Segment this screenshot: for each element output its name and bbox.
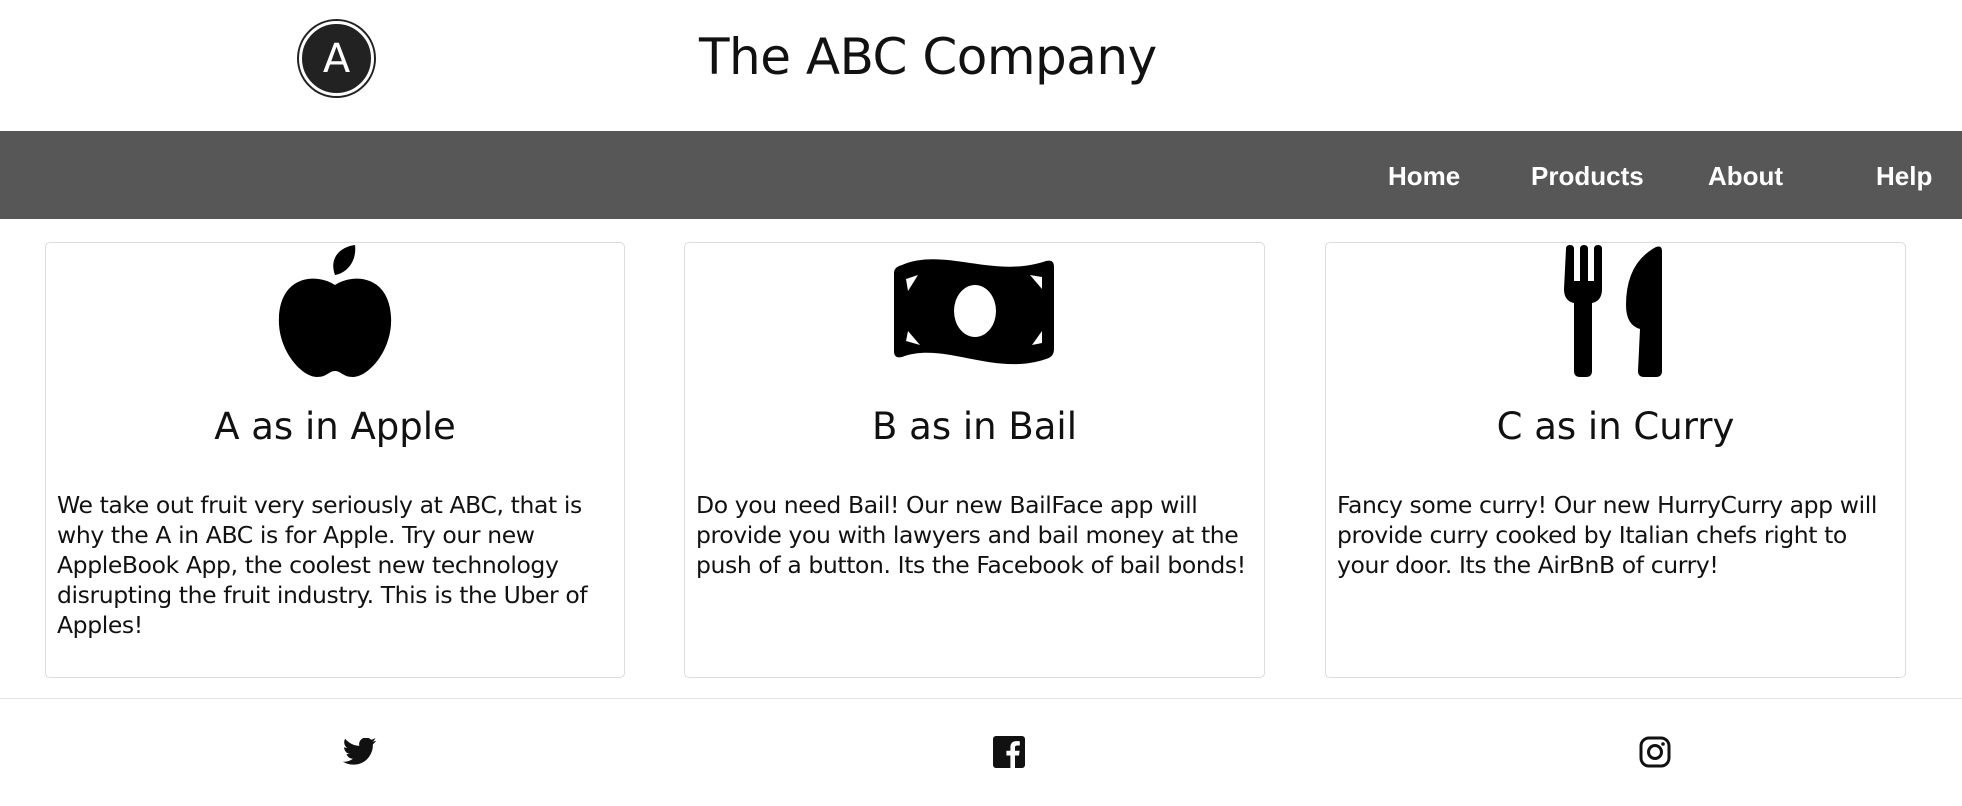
card-title: C as in Curry — [1496, 405, 1735, 448]
site-title: The ABC Company — [699, 28, 1157, 86]
nav-home-link[interactable]: Home — [1388, 161, 1460, 192]
card-description: We take out fruit very seriously at ABC,… — [57, 491, 588, 639]
product-card-apple: A as in Apple We take out fruit very ser… — [45, 242, 625, 678]
card-description: Do you need Bail! Our new BailFace app w… — [696, 491, 1246, 579]
twitter-icon[interactable] — [342, 734, 378, 770]
money-bill-icon — [893, 253, 1056, 372]
card-description: Fancy some curry! Our new HurryCurry app… — [1337, 491, 1877, 579]
card-title: B as in Bail — [872, 405, 1077, 448]
nav-about-link[interactable]: About — [1708, 161, 1783, 192]
card-title: A as in Apple — [214, 405, 456, 448]
facebook-icon[interactable] — [991, 734, 1027, 770]
nav-products-link[interactable]: Products — [1531, 161, 1644, 192]
product-card-bail: B as in Bail Do you need Bail! Our new B… — [684, 242, 1265, 678]
utensils-icon — [1562, 245, 1670, 382]
nav-help-link[interactable]: Help — [1876, 161, 1932, 192]
apple-icon — [277, 245, 393, 382]
site-header: A The ABC Company — [0, 0, 1962, 131]
logo-letter: A — [322, 35, 351, 82]
product-card-curry: C as in Curry Fancy some curry! Our new … — [1325, 242, 1906, 678]
company-logo[interactable]: A — [299, 21, 374, 96]
navbar: Home Products About Help — [0, 131, 1962, 219]
instagram-icon[interactable] — [1637, 734, 1673, 770]
footer-divider — [0, 698, 1962, 699]
